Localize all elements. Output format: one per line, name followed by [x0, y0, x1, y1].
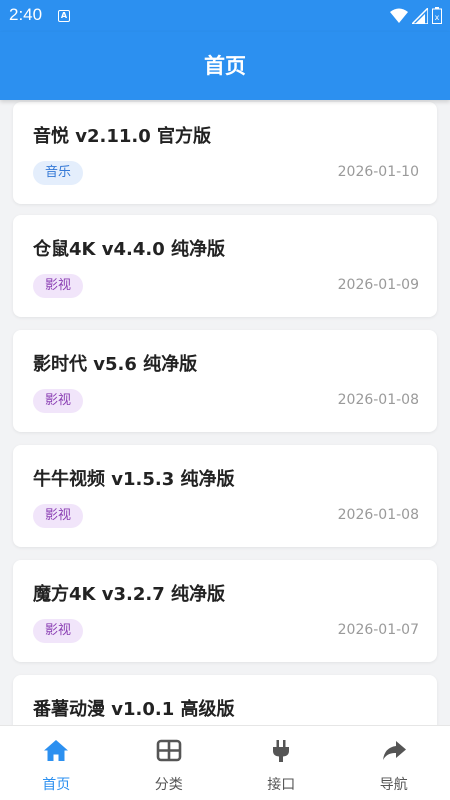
tab-home[interactable]: 首页 — [0, 726, 113, 800]
category-tag: 影视 — [33, 389, 84, 413]
list-item[interactable]: 牛牛视频 v1.5.3 纯净版 影视 2026-01-08 — [13, 445, 437, 547]
tab-label: 分类 — [154, 777, 183, 793]
status-icons: x — [390, 7, 442, 24]
svg-text:x: x — [435, 13, 440, 22]
category-tag: 影视 — [33, 619, 84, 643]
tab-label: 首页 — [42, 777, 71, 793]
tab-label: 接口 — [267, 777, 296, 793]
item-date: 2026-01-10 — [337, 164, 419, 180]
tab-navigation[interactable]: 导航 — [338, 726, 450, 800]
tab-category[interactable]: 分类 — [113, 726, 226, 800]
category-tag: 影视 — [33, 504, 84, 528]
signal-icon — [412, 7, 428, 24]
item-title: 仓鼠4K v4.4.0 纯净版 — [33, 239, 225, 260]
list-item[interactable]: 番薯动漫 v1.0.1 高级版 — [13, 675, 437, 725]
bottom-tab-bar: 首页 分类 接口 导航 — [0, 725, 450, 800]
item-date: 2026-01-08 — [337, 392, 419, 408]
grid-icon — [156, 739, 182, 762]
status-bar: 2:40 A x — [0, 0, 450, 32]
battery-icon: x — [432, 7, 442, 24]
item-title: 牛牛视频 v1.5.3 纯净版 — [33, 469, 235, 490]
list-item[interactable]: 音悦 v2.11.0 官方版 音乐 2026-01-10 — [13, 102, 437, 204]
list-item[interactable]: 魔方4K v3.2.7 纯净版 影视 2026-01-07 — [13, 560, 437, 662]
notification-icon: A — [58, 10, 70, 22]
item-date: 2026-01-07 — [337, 622, 419, 638]
tab-interface[interactable]: 接口 — [225, 726, 338, 800]
category-tag: 音乐 — [33, 161, 84, 185]
tab-label: 导航 — [379, 777, 408, 793]
status-time: 2:40 — [9, 5, 43, 24]
list-item[interactable]: 影时代 v5.6 纯净版 影视 2026-01-08 — [13, 330, 437, 432]
item-date: 2026-01-08 — [337, 507, 419, 523]
category-tag: 影视 — [33, 274, 84, 298]
item-title: 影时代 v5.6 纯净版 — [33, 354, 198, 375]
item-title: 番薯动漫 v1.0.1 高级版 — [33, 699, 235, 720]
page-title: 首页 — [0, 32, 450, 100]
item-date: 2026-01-09 — [337, 277, 419, 293]
list-item[interactable]: 仓鼠4K v4.4.0 纯净版 影视 2026-01-09 — [13, 215, 437, 317]
item-title: 魔方4K v3.2.7 纯净版 — [33, 584, 225, 605]
wifi-icon — [390, 8, 408, 23]
share-icon — [382, 741, 406, 760]
item-title: 音悦 v2.11.0 官方版 — [33, 126, 212, 147]
home-icon — [44, 740, 69, 761]
app-list[interactable]: 音悦 v2.11.0 官方版 音乐 2026-01-10 仓鼠4K v4.4.0… — [0, 100, 450, 725]
plug-icon — [273, 740, 290, 762]
